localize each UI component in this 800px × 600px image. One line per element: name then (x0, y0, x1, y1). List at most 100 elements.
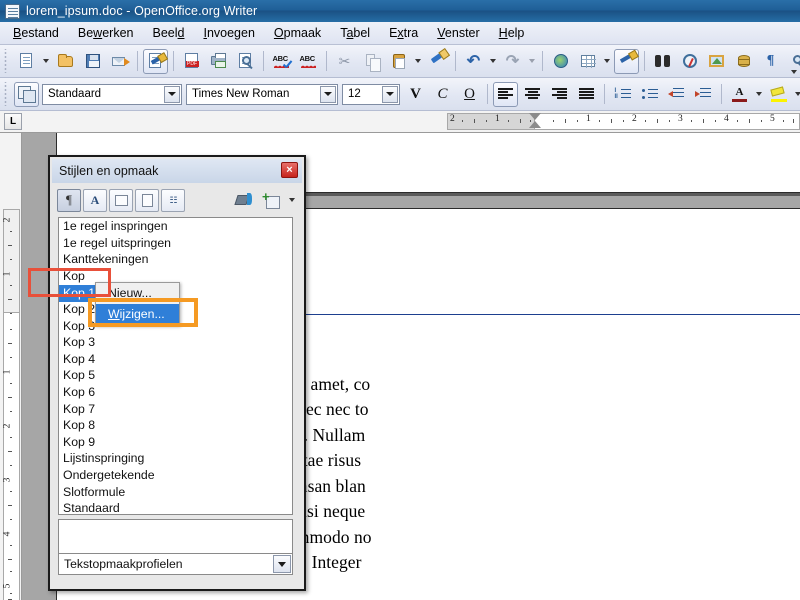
toolbar-grip[interactable] (2, 82, 11, 106)
menu-extra[interactable]: Extra (380, 24, 427, 43)
indent-marker-bottom[interactable] (529, 121, 541, 128)
menu-bestand[interactable]: Bestand (4, 24, 68, 43)
clone-formatting-icon[interactable] (425, 49, 450, 74)
toolbar-overflow-button[interactable] (788, 45, 800, 77)
style-list-item[interactable]: Kop 4 (59, 351, 292, 368)
insert-image-icon[interactable] (704, 49, 729, 74)
redo-dropdown-icon[interactable] (529, 59, 535, 63)
chevron-down-icon[interactable] (382, 85, 398, 103)
justified-icon[interactable] (574, 82, 599, 107)
menu-bewerken[interactable]: Bewerken (69, 24, 143, 43)
data-sources-icon[interactable] (731, 49, 756, 74)
decrease-indent-icon[interactable] (664, 82, 689, 107)
list-item[interactable]: Kop 4 (59, 351, 292, 368)
style-list-item[interactable]: Slotformule (59, 484, 292, 501)
style-list-item[interactable]: Kop 5 (59, 367, 292, 384)
chevron-down-icon[interactable] (164, 85, 180, 103)
list-item[interactable]: Kop 9 (59, 434, 292, 451)
insert-table-icon[interactable] (575, 49, 600, 74)
highlighting-dropdown-icon[interactable] (795, 92, 800, 96)
bold-button[interactable]: V (403, 82, 428, 107)
tab-stop-selector[interactable]: L (4, 113, 22, 130)
align-right-icon[interactable] (547, 82, 572, 107)
style-list-item[interactable]: Kop 7 (59, 401, 292, 418)
paste-icon[interactable] (386, 49, 411, 74)
style-list[interactable]: 1e regel inspringen 1e regel uitspringen K… (58, 217, 293, 515)
menu-venster[interactable]: Venster (428, 24, 488, 43)
list-item[interactable]: Kop 8 (59, 417, 292, 434)
export-pdf-icon[interactable] (179, 49, 204, 74)
paragraph-style-combo[interactable]: Standaard (42, 83, 182, 105)
style-filter-combo[interactable]: Tekstopmaakprofielen (58, 553, 293, 575)
font-color-dropdown-icon[interactable] (756, 92, 762, 96)
align-left-icon[interactable] (493, 81, 518, 107)
style-list-item[interactable]: Ondergetekende (59, 467, 292, 484)
frame-styles-icon[interactable] (109, 188, 133, 212)
ordered-list-icon[interactable]: I II (610, 82, 635, 107)
autospellcheck-icon[interactable]: ABC (296, 49, 321, 74)
paragraph-styles-icon[interactable]: ¶ (57, 188, 81, 212)
chevron-down-icon[interactable] (320, 85, 336, 103)
new-document-dropdown-icon[interactable] (43, 59, 49, 63)
horizontal-ruler-track[interactable]: 2 1 1 2 3 4 5 (445, 111, 800, 132)
list-item[interactable]: 1e regel uitspringen (59, 235, 292, 252)
styles-and-formatting-dialog[interactable]: Stijlen en opmaak × ¶ A ☷ 1e regel inspr… (48, 155, 306, 591)
align-center-icon[interactable] (520, 82, 545, 107)
italic-button[interactable]: C (430, 82, 455, 107)
underline-button[interactable]: O (457, 82, 482, 107)
list-item[interactable]: Kop 3 (59, 334, 292, 351)
toolbar-grip[interactable] (2, 49, 11, 73)
style-list-item[interactable]: 1e regel uitspringen (59, 235, 292, 252)
font-size-combo[interactable]: 12 (342, 83, 400, 105)
navigator-icon[interactable] (677, 49, 702, 74)
style-list-item[interactable]: Kop 9 (59, 434, 292, 451)
increase-indent-icon[interactable] (691, 82, 716, 107)
chevron-down-icon[interactable] (273, 555, 291, 573)
insert-table-dropdown-icon[interactable] (604, 59, 610, 63)
undo-icon[interactable]: ↶ (461, 49, 486, 74)
apply-style-icon[interactable] (14, 81, 39, 107)
list-item[interactable]: Standaard (59, 500, 292, 514)
undo-dropdown-icon[interactable] (490, 59, 496, 63)
cut-icon[interactable]: ✂ (332, 49, 357, 74)
list-item[interactable]: Ondergetekende (59, 467, 292, 484)
list-item[interactable]: Lijstinspringing (59, 450, 292, 467)
close-icon[interactable]: × (281, 162, 298, 178)
unordered-list-icon[interactable] (637, 82, 662, 107)
menu-invoegen[interactable]: Invoegen (194, 24, 263, 43)
edit-file-icon[interactable] (143, 48, 168, 74)
page-styles-icon[interactable] (135, 188, 159, 212)
style-list-item[interactable]: Kop 3 (59, 334, 292, 351)
style-list-item[interactable]: Kop 8 (59, 417, 292, 434)
save-document-icon[interactable] (80, 49, 105, 74)
style-context-menu[interactable]: Nieuw... Wijzigen... (95, 282, 180, 326)
character-styles-icon[interactable]: A (83, 188, 107, 212)
style-list-item[interactable]: Kanttekeningen (59, 251, 292, 268)
list-item[interactable]: Kop 5 (59, 367, 292, 384)
show-draw-functions-icon[interactable] (614, 48, 639, 74)
list-styles-icon[interactable]: ☷ (161, 188, 185, 212)
list-item[interactable]: Slotformule (59, 484, 292, 501)
open-document-icon[interactable] (53, 49, 78, 74)
style-list-item[interactable]: 1e regel inspringen (59, 218, 292, 235)
vertical-ruler[interactable]: 2 1 1 2 3 4 5 (0, 133, 22, 600)
spellcheck-icon[interactable]: ABC (269, 49, 294, 74)
style-list-item-selected[interactable]: Kop 1 (59, 285, 99, 302)
list-item[interactable]: 1e regel inspringen (59, 218, 292, 235)
menu-tabel[interactable]: Tabel (331, 24, 379, 43)
hyperlink-icon[interactable] (548, 49, 573, 74)
fill-format-mode-icon[interactable] (232, 189, 256, 212)
menu-beeld[interactable]: Beeld (143, 24, 193, 43)
menu-help[interactable]: Help (490, 24, 534, 43)
context-menu-item-wijzigen[interactable]: Wijzigen... (96, 304, 179, 325)
horizontal-ruler[interactable]: L 2 1 1 2 3 4 5 (0, 111, 800, 133)
copy-icon[interactable] (359, 49, 384, 74)
font-color-icon[interactable]: A (727, 82, 752, 107)
indent-marker-top[interactable] (529, 113, 541, 120)
list-item[interactable]: Kop 7 (59, 401, 292, 418)
menu-opmaak[interactable]: Opmaak (265, 24, 330, 43)
style-list-item[interactable]: Lijstinspringing (59, 450, 292, 467)
new-style-dropdown-icon[interactable] (289, 198, 295, 202)
formatting-marks-icon[interactable]: ¶ (758, 49, 783, 74)
list-item[interactable]: Kanttekeningen (59, 251, 292, 268)
